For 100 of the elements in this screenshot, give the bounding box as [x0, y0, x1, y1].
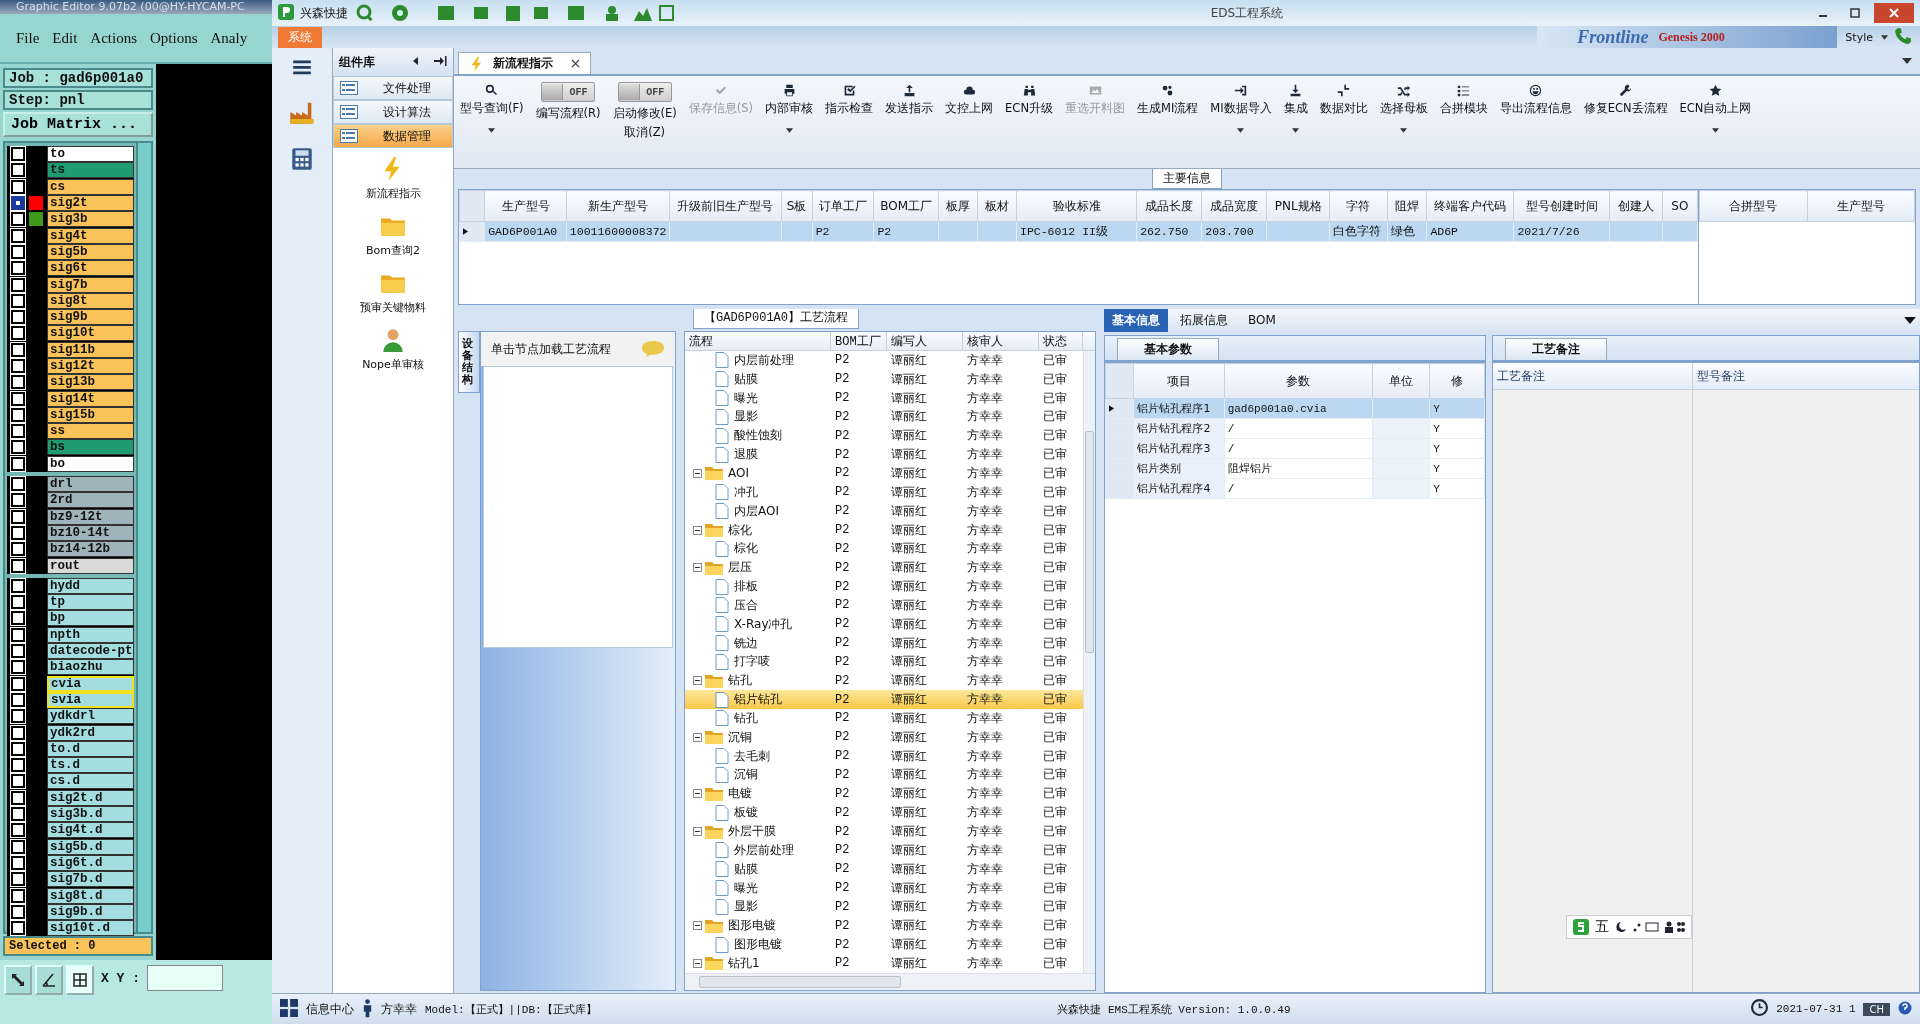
layer-name[interactable]: datecode-pt	[47, 643, 134, 660]
toolbar-button[interactable]: 文控上网	[945, 80, 994, 116]
checkbox[interactable]	[11, 774, 25, 789]
tree-row[interactable]: 图形电镀 P2 谭丽红 方幸幸 已审	[685, 916, 1083, 936]
layer-name[interactable]: sig10t.d	[47, 920, 134, 937]
tree-row[interactable]: 电镀 P2 谭丽红 方幸幸 已审	[685, 784, 1083, 804]
layer-name[interactable]: ydkdrl	[47, 708, 134, 725]
column-header[interactable]: 型号备注	[1693, 363, 1919, 389]
collapse-icon[interactable]	[693, 789, 702, 799]
tree-row[interactable]: 退膜 P2 谭丽红 方幸幸 已审	[685, 445, 1083, 465]
category-item[interactable]: 设计算法	[333, 100, 453, 124]
tab[interactable]: 基本信息	[1104, 308, 1168, 332]
tree-row[interactable]: 贴膜 P2 谭丽红 方幸幸 已审	[685, 859, 1083, 879]
column-header[interactable]: 项目	[1133, 363, 1225, 399]
layer-name[interactable]: bz14-12b	[47, 541, 134, 558]
tab[interactable]: 拓展信息	[1172, 308, 1236, 332]
dropdown-arrow-icon[interactable]	[1292, 128, 1300, 133]
checkbox[interactable]	[11, 326, 25, 341]
toggle-switch[interactable]: OFF	[541, 82, 596, 102]
checkbox[interactable]	[11, 709, 25, 724]
checkbox[interactable]	[11, 823, 25, 838]
calculator-icon[interactable]	[289, 146, 315, 172]
layer-name[interactable]: drl	[47, 476, 134, 493]
checkbox[interactable]	[11, 644, 25, 659]
checkbox[interactable]	[11, 807, 25, 821]
toolbar-button[interactable]: 指示检查	[825, 80, 874, 116]
layer-name[interactable]: sig9b	[47, 309, 134, 326]
checkbox[interactable]	[11, 578, 25, 593]
tree-row[interactable]: 打字唛 P2 谭丽红 方幸幸 已审	[685, 652, 1083, 672]
layer-name[interactable]: sig14t	[47, 390, 134, 407]
checkbox[interactable]	[11, 888, 25, 903]
checkbox[interactable]	[11, 456, 25, 471]
column-header[interactable]: BOM工厂	[831, 332, 887, 350]
collapse-icon[interactable]	[693, 732, 702, 742]
coordinate-field[interactable]	[147, 965, 223, 991]
checkbox[interactable]	[11, 359, 25, 373]
column-header[interactable]: 合拼型号	[1699, 190, 1807, 222]
checkbox[interactable]	[11, 244, 25, 259]
tree-row[interactable]: 图形电镀 P2 谭丽红 方幸幸 已审	[685, 935, 1083, 954]
checkbox[interactable]	[11, 261, 25, 276]
document-tab[interactable]: 新流程指示	[458, 52, 591, 74]
tree-row[interactable]: X-Ray冲孔 P2 谭丽红 方幸幸 已审	[685, 614, 1083, 634]
checkbox[interactable]	[11, 595, 25, 610]
dropdown-arrow-icon[interactable]	[1904, 316, 1916, 324]
table-row[interactable]: 铝片钻孔程序2 / Y	[1105, 418, 1485, 439]
column-header[interactable]: 状态	[1039, 332, 1083, 350]
column-header[interactable]: 单位	[1372, 363, 1430, 399]
column-header[interactable]: 板厚	[938, 190, 978, 222]
job-matrix-button[interactable]: Job Matrix ...	[3, 112, 153, 137]
dropdown-arrow-icon[interactable]	[1881, 34, 1888, 40]
layer-name[interactable]: sig2t	[47, 195, 134, 212]
layer-name[interactable]: cs.d	[47, 773, 134, 790]
collapse-icon[interactable]	[693, 958, 702, 968]
checkbox[interactable]	[11, 660, 25, 675]
column-header[interactable]: 工艺备注	[1493, 363, 1693, 389]
column-header[interactable]: BOM工厂	[873, 190, 939, 222]
toolbar-button[interactable]: 生成MI流程	[1137, 80, 1199, 116]
tree-row[interactable]: 板镀 P2 谭丽红 方幸幸 已审	[685, 803, 1083, 823]
column-header[interactable]: 流程	[685, 332, 831, 350]
checkbox[interactable]	[11, 228, 25, 243]
corner-cell[interactable]	[459, 190, 485, 222]
toolbar-button[interactable]: 发送指示	[885, 80, 934, 116]
layer-name[interactable]: 2rd	[47, 492, 134, 509]
menu-item[interactable]: Analy	[210, 29, 248, 47]
tab[interactable]: BOM	[1240, 310, 1284, 330]
tree-row[interactable]: 钻孔 P2 谭丽红 方幸幸 已审	[685, 671, 1083, 691]
toolbar-button[interactable]: 型号查询(F)	[460, 80, 524, 133]
checkbox[interactable]	[11, 477, 25, 492]
layer-name[interactable]: rout	[47, 557, 134, 574]
checkbox[interactable]	[11, 196, 25, 211]
column-header[interactable]: 成品宽度	[1201, 190, 1267, 222]
layer-name[interactable]: sig4t	[47, 227, 134, 244]
checkbox[interactable]	[11, 179, 25, 194]
column-header[interactable]: PNL规格	[1266, 190, 1330, 222]
layer-name[interactable]: ts.d	[47, 757, 134, 774]
collapse-icon[interactable]	[693, 827, 702, 836]
column-header[interactable]: 板材	[977, 190, 1017, 222]
checkbox[interactable]	[11, 692, 25, 707]
column-header[interactable]: 终端客户代码	[1426, 190, 1514, 222]
toolbar-button[interactable]: ECN自动上网	[1679, 80, 1752, 133]
checkbox[interactable]	[11, 790, 25, 805]
checkbox[interactable]	[11, 758, 25, 773]
layer-name[interactable]: sig12t	[47, 358, 134, 374]
checkbox[interactable]	[11, 872, 25, 887]
layer-name[interactable]: sig3b	[47, 211, 134, 228]
column-header[interactable]: 成品长度	[1136, 190, 1202, 222]
checkbox[interactable]	[11, 921, 25, 936]
collapse-icon[interactable]	[693, 525, 702, 535]
tree-row[interactable]: 冲孔 P2 谭丽红 方幸幸 已审	[685, 482, 1083, 502]
checkbox[interactable]	[11, 424, 25, 439]
layer-name[interactable]: bs	[47, 439, 134, 456]
checkbox[interactable]	[11, 493, 25, 508]
checkbox[interactable]	[11, 440, 25, 455]
column-header[interactable]: 修	[1429, 363, 1485, 399]
tree-row[interactable]: 层压 P2 谭丽红 方幸幸 已审	[685, 558, 1083, 578]
tool-label[interactable]: Bom查询2	[366, 243, 420, 258]
tree-row[interactable]: 曝光 P2 谭丽红 方幸幸 已审	[685, 388, 1083, 408]
layer-name[interactable]: sig10t	[47, 325, 134, 342]
tree-row[interactable]: AOI P2 谭丽红 方幸幸 已审	[685, 464, 1083, 483]
tree-row[interactable]: 棕化 P2 谭丽红 方幸幸 已审	[685, 520, 1083, 540]
